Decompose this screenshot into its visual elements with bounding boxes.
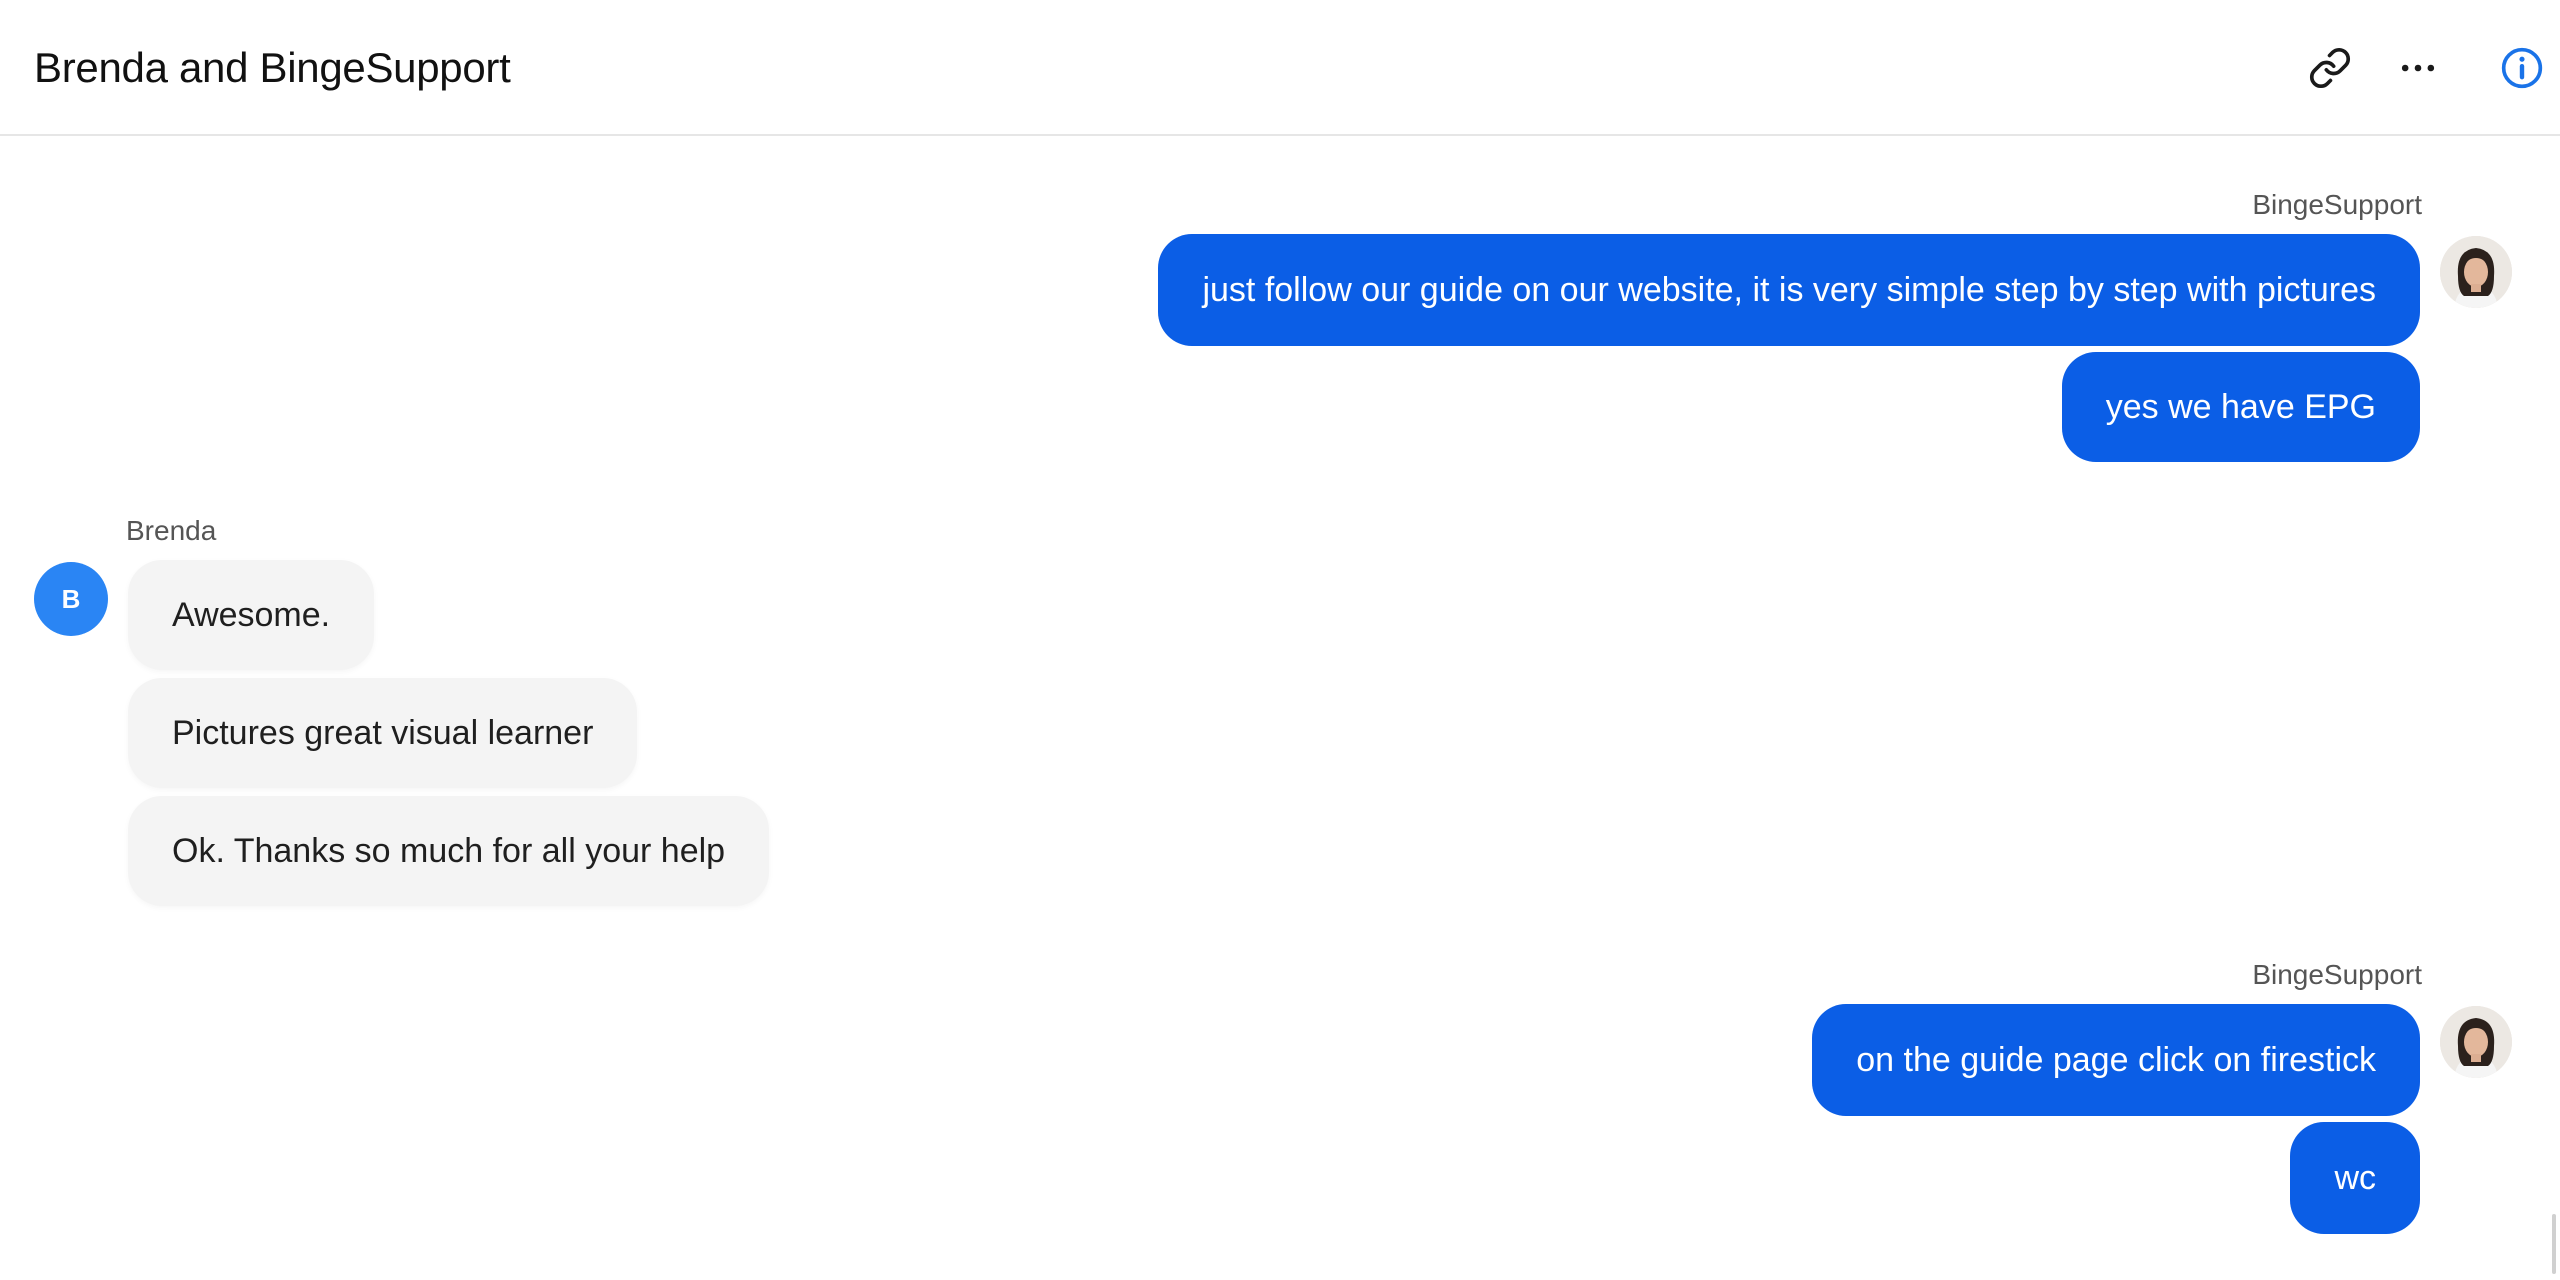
message-bubble-outgoing[interactable]: on the guide page click on firestick [1812,1004,2420,1116]
message-bubble-outgoing[interactable]: just follow our guide on our website, it… [1158,234,2420,346]
scrollbar-thumb[interactable] [2552,1214,2556,1274]
sender-name-bingesupport: BingeSupport [2252,959,2422,990]
message-bubble-outgoing[interactable]: yes we have EPG [2061,352,2420,462]
sender-name-bingesupport: BingeSupport [2252,189,2422,220]
sender-name-brenda: Brenda [126,515,217,546]
message-bubble-incoming[interactable]: Ok. Thanks so much for all your help [128,796,770,906]
chat-header: Brenda and BingeSupport [0,0,2560,136]
message-bubble-incoming[interactable]: Pictures great visual learner [128,678,638,788]
more-options-icon[interactable] [2390,40,2446,96]
message-bubble-outgoing[interactable]: wc [2290,1122,2420,1234]
agent-avatar [2440,1006,2512,1078]
message-bubble-incoming[interactable]: Awesome. [128,560,375,670]
link-icon[interactable] [2302,40,2358,96]
customer-avatar: B [34,562,108,636]
conversation-title: Brenda and BingeSupport [34,44,511,91]
info-icon[interactable] [2494,40,2550,96]
agent-avatar [2440,236,2512,308]
